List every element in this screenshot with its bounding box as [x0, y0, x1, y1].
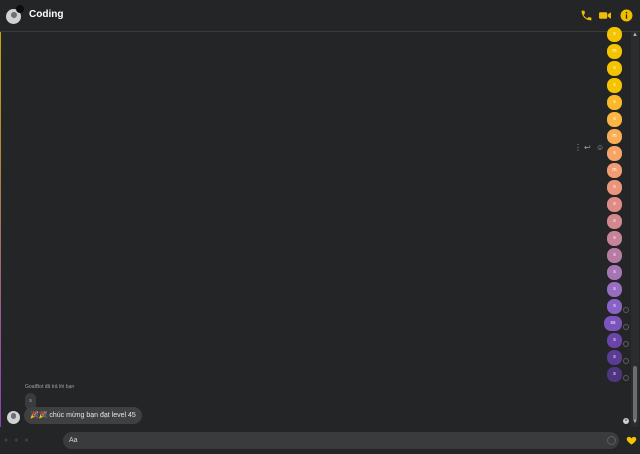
incoming-message[interactable]: 🎉🎉 chúc mừng bạn đạt level 45 [24, 407, 142, 424]
more-options-icon[interactable]: ⋮ [574, 143, 582, 152]
outgoing-message-bubble[interactable]: s [607, 248, 622, 263]
reply-notice: GoatBot đã trả lời bạn [25, 384, 75, 390]
composer-actions-icon[interactable]: ●●● [4, 437, 35, 444]
outgoing-message-bubble[interactable]: s [607, 112, 622, 127]
outgoing-message-bubble[interactable]: s [607, 350, 622, 365]
conversation-title[interactable]: Coding [29, 9, 63, 20]
outgoing-message-bubble[interactable]: s [607, 282, 622, 297]
delivered-icon [623, 307, 629, 313]
scroll-down-arrow[interactable]: ▼ [632, 419, 638, 425]
outgoing-message-bubble[interactable]: s [607, 180, 622, 195]
phone-icon[interactable] [580, 9, 593, 22]
outgoing-message-bubble[interactable]: s [607, 367, 622, 382]
outgoing-message-bubble[interactable]: m [607, 44, 622, 59]
outgoing-message-bubble[interactable]: s [607, 197, 622, 212]
outgoing-message-bubble[interactable]: s [607, 333, 622, 348]
outgoing-message-bubble[interactable]: s [607, 299, 622, 314]
delivered-icon [623, 324, 629, 330]
outgoing-message-bubble[interactable]: m [607, 163, 622, 178]
composer: ●●● [0, 428, 640, 454]
seen-avatar [623, 418, 629, 424]
outgoing-message-bubble[interactable]: s [607, 265, 622, 280]
outgoing-message-bubble[interactable]: s [607, 95, 622, 110]
scrollbar-thumb[interactable] [633, 366, 637, 420]
react-icon[interactable]: ☺ [596, 143, 604, 152]
scrollbar[interactable]: ▲ ▼ [631, 32, 639, 427]
message-actions: ⋮ ↩ ☺ [574, 143, 606, 153]
delivered-icon [623, 358, 629, 364]
outgoing-message-bubble[interactable]: s [607, 231, 622, 246]
sender-avatar[interactable] [7, 411, 20, 424]
message-list[interactable] [2, 32, 628, 427]
conversation-accent-line [0, 32, 1, 427]
delivered-icon [623, 341, 629, 347]
message-input[interactable] [63, 432, 619, 449]
outgoing-message-bubble[interactable]: s [607, 214, 622, 229]
emoji-icon[interactable] [607, 436, 616, 445]
outgoing-message-bubble[interactable]: s [607, 61, 622, 76]
info-icon[interactable] [620, 9, 633, 22]
delivered-icon [623, 375, 629, 381]
outgoing-message-bubble[interactable]: m [607, 129, 622, 144]
heart-icon[interactable] [626, 435, 637, 446]
video-camera-icon[interactable] [598, 9, 612, 22]
outgoing-message-bubble[interactable]: s [607, 78, 622, 93]
outgoing-message-bubble[interactable]: s [607, 146, 622, 161]
chat-header: Coding [0, 0, 640, 32]
avatar-status-dot [16, 5, 24, 13]
outgoing-message-bubble[interactable]: ss [604, 316, 622, 331]
reply-icon[interactable]: ↩ [584, 143, 591, 152]
outgoing-message-bubble[interactable]: s [607, 27, 622, 42]
scroll-up-arrow[interactable]: ▲ [632, 32, 638, 38]
